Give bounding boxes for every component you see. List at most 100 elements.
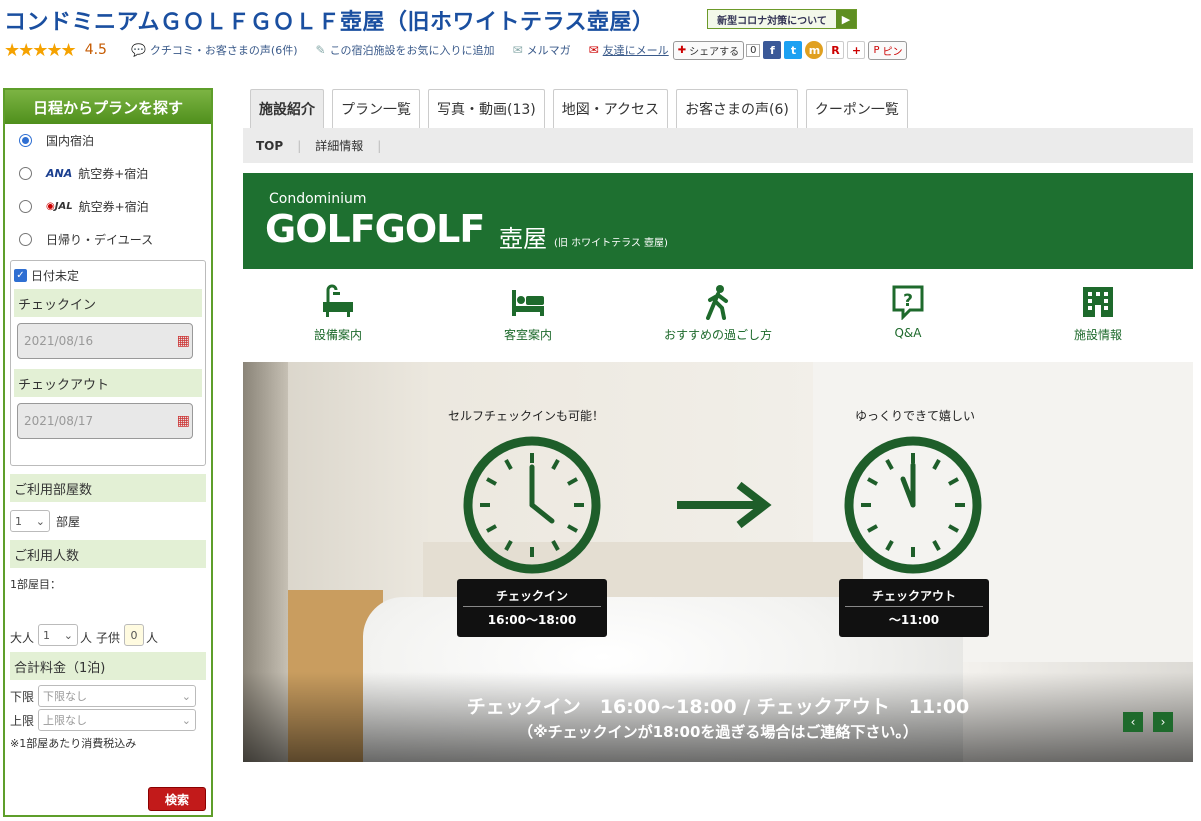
radio-button[interactable] — [19, 167, 32, 180]
date-undecided-checkbox[interactable]: ✓ 日付未定 — [14, 265, 202, 285]
bed-icon — [512, 290, 544, 316]
rooms-value: 1 — [15, 514, 22, 528]
divider: | — [377, 138, 382, 153]
reviews-link-label: クチコミ・お客さまの声(6件) — [149, 44, 298, 57]
calendar-icon[interactable]: ▦ — [177, 333, 190, 349]
chevron-down-icon: ⌄ — [181, 689, 192, 703]
people-section: ご利用人数 1部屋目： 大人 1 ⌄ 人 子供 0 人 — [10, 540, 206, 652]
tab-facility-intro[interactable]: 施設紹介 — [250, 89, 324, 128]
search-button[interactable]: 検索 — [148, 787, 206, 811]
date-undecided-label: 日付未定 — [31, 268, 80, 283]
slide-prev-button[interactable]: ‹ — [1123, 712, 1143, 732]
building-icon — [1083, 287, 1113, 317]
checkout-date-input[interactable]: 2021/08/17 ▦ — [17, 403, 193, 439]
tab-photos[interactable]: 写真・動画(13) — [428, 89, 545, 128]
calendar-icon[interactable]: ▦ — [177, 413, 190, 429]
facebook-icon[interactable]: f — [763, 41, 782, 59]
subnav-top[interactable]: TOP — [256, 139, 283, 153]
svg-text:?: ? — [903, 291, 913, 311]
checkout-label: チェックアウト — [14, 369, 202, 397]
nav-rooms[interactable]: 客室案内 — [433, 284, 623, 354]
child-input[interactable]: 0 — [124, 624, 145, 646]
radio-button[interactable] — [19, 233, 32, 246]
speech-bubble-icon: 💬 — [130, 43, 146, 57]
favorite-link[interactable]: ✎ この宿泊施設をお気に入りに追加 — [316, 42, 495, 58]
share-label: シェアする — [689, 46, 740, 58]
nav-label: Q&A — [894, 326, 922, 340]
rating-value: 4.5 — [84, 42, 107, 58]
price-section: 合計料金（1泊) 下限 下限なし ⌄ 上限 上限なし ⌄ ※1部屋あたり消費税込み — [10, 652, 206, 754]
checkout-card-time: 〜11:00 — [888, 613, 940, 627]
radio-dayuse[interactable]: 日帰り・デイユース — [5, 223, 211, 256]
checkin-card: チェックイン 16:00〜18:00 — [457, 579, 607, 637]
pinterest-icon: P — [873, 44, 880, 56]
checkout-card: チェックアウト 〜11:00 — [839, 579, 989, 637]
tab-reviews[interactable]: お客さまの声(6) — [676, 89, 798, 128]
upper-price-select[interactable]: 上限なし ⌄ — [38, 709, 197, 731]
chevron-down-icon: ⌄ — [63, 628, 74, 642]
share-button[interactable]: ✚ シェアする — [672, 40, 745, 60]
lower-price-select[interactable]: 下限なし ⌄ — [38, 685, 197, 707]
page-title: コンドミニアムＧＯＬＦＧＯＬＦ壺屋（旧ホワイトテラス壺屋） — [4, 10, 655, 35]
date-box: ✓ 日付未定 チェックイン 2021/08/16 ▦ チェックアウト 2021/… — [10, 260, 206, 466]
check-icon[interactable]: ✓ — [14, 268, 27, 282]
child-unit: 人 — [146, 631, 159, 645]
magazine-link[interactable]: ✉ メルマガ — [513, 42, 571, 58]
nav-qa[interactable]: ? Q&A — [813, 284, 1003, 354]
nav-equipment[interactable]: 設備案内 — [243, 284, 433, 354]
covid-info-button[interactable]: 新型コロナ対策について ▶ — [707, 9, 857, 29]
nav-facility-info[interactable]: 施設情報 — [1003, 284, 1193, 354]
adult-select[interactable]: 1 ⌄ — [38, 624, 79, 646]
radio-label: 国内宿泊 — [46, 134, 95, 148]
upper-label: 上限 — [10, 713, 35, 728]
clock-checkout-icon — [844, 436, 982, 574]
radio-domestic[interactable]: 国内宿泊 — [5, 124, 211, 157]
chevron-right-icon: › — [1160, 715, 1166, 729]
slide-next-button[interactable]: › — [1153, 712, 1173, 732]
lower-price-value: 下限なし — [43, 690, 88, 703]
radio-jal[interactable]: ◉JAL 航空券+宿泊 — [5, 190, 211, 223]
upper-price-value: 上限なし — [43, 714, 88, 727]
mixi-icon[interactable]: m — [805, 41, 824, 59]
jal-logo: ◉JAL — [46, 201, 73, 212]
ana-logo: ANA — [46, 167, 73, 180]
tab-coupons[interactable]: クーポン一覧 — [805, 89, 908, 128]
rooms-select[interactable]: 1 ⌄ — [10, 510, 50, 532]
right-caption: ゆっくりできて嬉しい — [855, 409, 976, 423]
pinterest-button[interactable]: P ピン — [868, 40, 908, 60]
tab-map[interactable]: 地図・アクセス — [552, 89, 669, 128]
walking-person-icon — [706, 285, 728, 320]
clock-checkin-icon — [463, 436, 601, 574]
radio-button[interactable] — [19, 134, 32, 147]
mail-icon: ✉ — [588, 43, 599, 57]
rakuten-icon[interactable]: R — [826, 41, 845, 59]
magazine-link-label: メルマガ — [526, 44, 571, 57]
plan-search-sidebar: 日程からプランを探す 国内宿泊 ANA 航空券+宿泊 ◉JAL 航空券+宿泊 日… — [3, 88, 213, 817]
radio-label: 航空券+宿泊 — [78, 167, 149, 181]
hero-slideshow: セルフチェックインも可能！ ゆっくりできて嬉しい チェックイン 16:00〜18… — [243, 362, 1193, 762]
envelope-icon: ✉ — [512, 43, 523, 57]
radio-ana[interactable]: ANA 航空券+宿泊 — [5, 157, 211, 190]
rooms-section: ご利用部屋数 1 ⌄ 部屋 — [10, 474, 206, 540]
share-icon: ✚ — [677, 44, 687, 56]
nav-label: おすすめの過ごし方 — [663, 328, 772, 342]
adult-value: 1 — [43, 628, 51, 642]
favorite-icon: ✎ — [315, 43, 326, 57]
lower-label: 下限 — [10, 689, 35, 704]
nav-label: 施設情報 — [1073, 328, 1122, 342]
radio-button[interactable] — [19, 200, 32, 213]
people-label: ご利用人数 — [10, 540, 206, 568]
mail-friend-link[interactable]: ✉ 友達にメール — [589, 42, 669, 58]
radio-label: 航空券+宿泊 — [78, 200, 149, 214]
sidebar-title: 日程からプランを探す — [5, 90, 211, 124]
facility-tabs: 施設紹介 プラン一覧 写真・動画(13) 地図・アクセス お客さまの声(6) ク… — [250, 89, 908, 128]
subnav-detail[interactable]: 詳細情報 — [315, 137, 363, 154]
nav-recommendations[interactable]: おすすめの過ごし方 — [623, 284, 813, 354]
chevron-left-icon: ‹ — [1130, 715, 1136, 729]
reviews-link[interactable]: 💬 クチコミ・お客さまの声(6件) — [131, 42, 298, 58]
twitter-icon[interactable]: t — [784, 41, 803, 59]
nav-label: 客室案内 — [503, 328, 552, 342]
checkin-date-input[interactable]: 2021/08/16 ▦ — [17, 323, 193, 359]
google-plus-icon[interactable]: + — [847, 41, 866, 59]
tab-plans[interactable]: プラン一覧 — [332, 89, 420, 128]
